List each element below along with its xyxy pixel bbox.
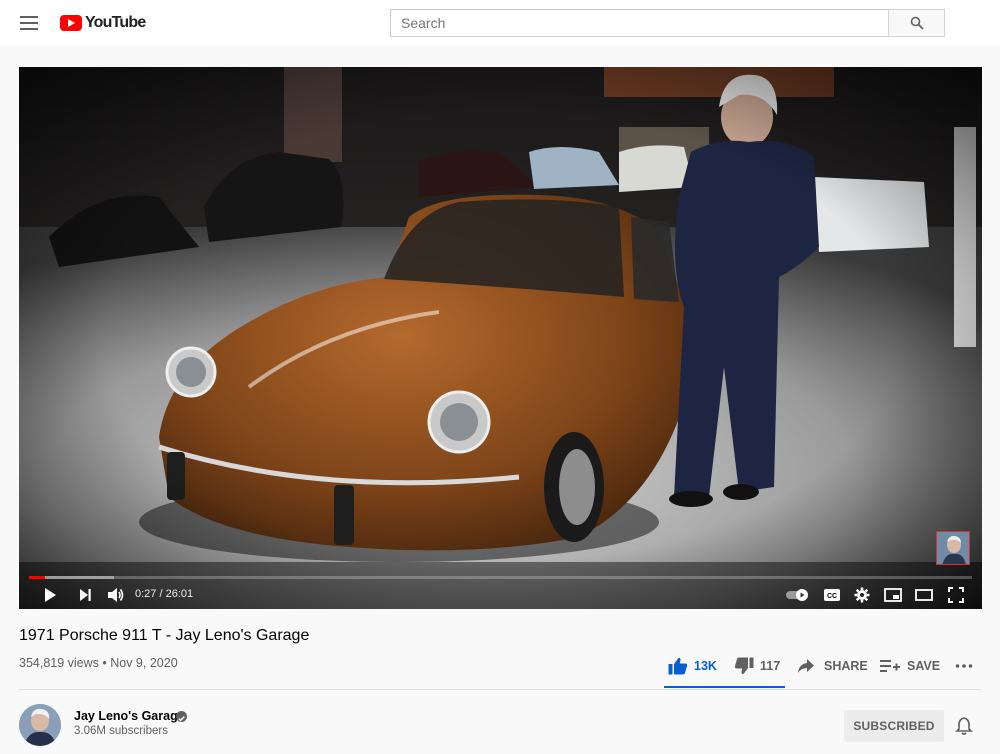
youtube-logo[interactable]: YouTube [60,12,146,34]
share-button[interactable]: SHARE [797,655,868,677]
channel-avatar[interactable] [19,704,61,746]
menu-icon[interactable] [14,10,44,36]
volume-button[interactable] [105,585,127,605]
player-controls: 0:27 / 26:01 CC [19,581,982,609]
like-ratio-bar [664,686,785,688]
search-button[interactable] [888,9,945,37]
save-label: SAVE [907,659,941,673]
subscribed-button[interactable]: SUBSCRIBED [844,710,944,742]
time-display: 0:27 / 26:01 [135,588,194,600]
next-icon [80,589,91,601]
play-icon [45,588,56,602]
dislike-button[interactable]: 117 [734,655,780,677]
like-button[interactable]: 13K [668,655,717,677]
captions-button[interactable]: CC [821,585,843,605]
avatar-image-icon [19,704,61,746]
logo-text: YouTube [85,14,146,31]
watermark-avatar-icon [937,532,969,564]
thumbs-up-icon [668,657,688,675]
notification-bell-button[interactable] [954,716,974,736]
volume-icon [108,588,124,602]
play-button[interactable] [39,585,61,605]
autoplay-toggle[interactable] [785,585,811,605]
miniplayer-icon [884,588,902,602]
video-player[interactable]: 0:27 / 26:01 CC [19,67,982,609]
video-meta: 354,819 views • Nov 9, 2020 [19,656,178,670]
add-to-playlist-icon [880,660,900,672]
miniplayer-button[interactable] [882,585,904,605]
svg-text:CC: CC [827,593,837,600]
subscriber-count: 3.06M subscribers [74,725,168,737]
channel-name[interactable]: Jay Leno's Garage [74,709,185,723]
autoplay-toggle-icon [786,589,808,601]
verified-check-icon [176,711,187,722]
next-button[interactable] [74,585,96,605]
masthead: YouTube [0,0,1000,46]
share-icon [798,659,814,673]
dislike-count: 117 [760,659,781,673]
settings-button[interactable] [851,585,873,605]
bell-icon [955,717,973,735]
divider [19,689,982,690]
closed-captions-icon: CC [824,589,840,601]
theater-mode-icon [915,589,933,601]
youtube-play-logo-icon [60,15,82,31]
more-actions-button[interactable] [955,655,973,677]
video-frame [19,67,982,609]
search-icon [910,16,924,30]
like-count: 13K [694,659,717,673]
search-input[interactable] [390,9,889,37]
more-horizontal-icon [955,664,973,668]
fullscreen-icon [948,587,964,603]
channel-watermark[interactable] [936,531,970,565]
fullscreen-button[interactable] [945,585,967,605]
gear-icon [854,587,870,603]
theater-mode-button[interactable] [913,585,935,605]
share-label: SHARE [824,659,868,673]
progress-bar[interactable] [29,576,972,579]
thumbs-down-icon [734,657,754,675]
video-title: 1971 Porsche 911 T - Jay Leno's Garage [19,627,310,644]
progress-played [29,576,46,579]
save-button[interactable]: SAVE [880,655,940,677]
